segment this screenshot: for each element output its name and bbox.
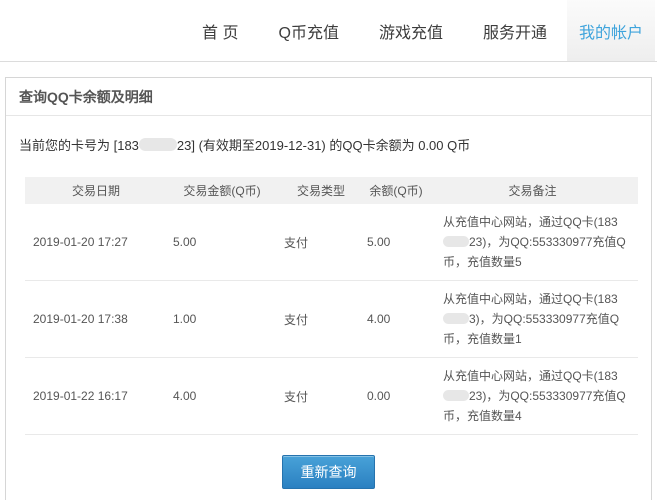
masked-card-digits bbox=[443, 313, 469, 324]
transaction-table: 交易日期 交易金额(Q币) 交易类型 余额(Q币) 交易备注 2019-01-2… bbox=[25, 177, 638, 435]
nav-item-home[interactable]: 首 页 bbox=[182, 0, 258, 61]
nav-item-my-account[interactable]: 我的帐户 bbox=[566, 0, 655, 61]
button-row: 重新查询 bbox=[6, 455, 651, 489]
col-header-date: 交易日期 bbox=[25, 177, 167, 204]
nav-item-qcoin-topup[interactable]: Q币充值 bbox=[259, 0, 359, 61]
tx-balance: 0.00 bbox=[365, 357, 427, 435]
tx-date: 2019-01-22 16:17 bbox=[25, 357, 167, 435]
tx-remark: 从充值中心网站，通过QQ卡(183 3)，为QQ:553330977充值Q币，充值… bbox=[427, 280, 638, 358]
masked-card-digits bbox=[443, 236, 469, 247]
tx-type: 支付 bbox=[277, 357, 365, 435]
col-header-amount: 交易金额(Q币) bbox=[167, 177, 277, 204]
card-info-prefix: 当前您的卡号为 [183 bbox=[19, 138, 139, 153]
tx-type: 支付 bbox=[277, 204, 365, 281]
tx-balance: 5.00 bbox=[365, 204, 427, 281]
tx-date: 2019-01-20 17:27 bbox=[25, 204, 167, 281]
nav-item-game-topup[interactable]: 游戏充值 bbox=[359, 0, 463, 61]
card-info-suffix: 23] (有效期至2019-12-31) 的QQ卡余额为 0.00 Q币 bbox=[176, 138, 471, 153]
table-header-row: 交易日期 交易金额(Q币) 交易类型 余额(Q币) 交易备注 bbox=[25, 177, 638, 204]
table-row: 2019-01-22 16:17 4.00 支付 0.00 从充值中心网站，通过… bbox=[25, 357, 638, 435]
table-row: 2019-01-20 17:38 1.00 支付 4.00 从充值中心网站，通过… bbox=[25, 280, 638, 358]
tx-remark: 从充值中心网站，通过QQ卡(183 23)，为QQ:553330977充值Q币，充… bbox=[427, 357, 638, 435]
nav-item-services[interactable]: 服务开通 bbox=[463, 0, 567, 61]
masked-card-digits bbox=[138, 138, 177, 151]
remark-text-pre: 从充值中心网站，通过QQ卡(183 bbox=[443, 369, 618, 383]
panel-title: 查询QQ卡余额及明细 bbox=[6, 78, 651, 116]
tx-amount: 4.00 bbox=[167, 357, 277, 435]
remark-text-pre: 从充值中心网站，通过QQ卡(183 bbox=[443, 292, 618, 306]
card-balance-summary: 当前您的卡号为 [183 23] (有效期至2019-12-31) 的QQ卡余额为… bbox=[19, 135, 638, 154]
balance-query-panel: 查询QQ卡余额及明细 当前您的卡号为 [183 23] (有效期至2019-12-… bbox=[5, 77, 652, 500]
tx-type: 支付 bbox=[277, 280, 365, 358]
table-row: 2019-01-20 17:27 5.00 支付 5.00 从充值中心网站，通过… bbox=[25, 204, 638, 281]
requery-button[interactable]: 重新查询 bbox=[282, 455, 375, 489]
remark-text-post: 23)，为QQ:553330977充值Q币，充值数量4 bbox=[443, 389, 626, 423]
tx-amount: 5.00 bbox=[167, 204, 277, 281]
remark-text-post: 3)，为QQ:553330977充值Q币，充值数量1 bbox=[443, 312, 620, 346]
col-header-type: 交易类型 bbox=[277, 177, 365, 204]
remark-text-pre: 从充值中心网站，通过QQ卡(183 bbox=[443, 215, 618, 229]
masked-card-digits bbox=[443, 390, 469, 401]
tx-balance: 4.00 bbox=[365, 280, 427, 358]
col-header-remark: 交易备注 bbox=[427, 177, 638, 204]
col-header-balance: 余额(Q币) bbox=[365, 177, 427, 204]
top-nav: 首 页 Q币充值 游戏充值 服务开通 我的帐户 bbox=[0, 0, 657, 62]
remark-text-post: 23)，为QQ:553330977充值Q币，充值数量5 bbox=[443, 235, 626, 269]
tx-date: 2019-01-20 17:38 bbox=[25, 280, 167, 358]
tx-remark: 从充值中心网站，通过QQ卡(183 23)，为QQ:553330977充值Q币，充… bbox=[427, 204, 638, 281]
tx-amount: 1.00 bbox=[167, 280, 277, 358]
